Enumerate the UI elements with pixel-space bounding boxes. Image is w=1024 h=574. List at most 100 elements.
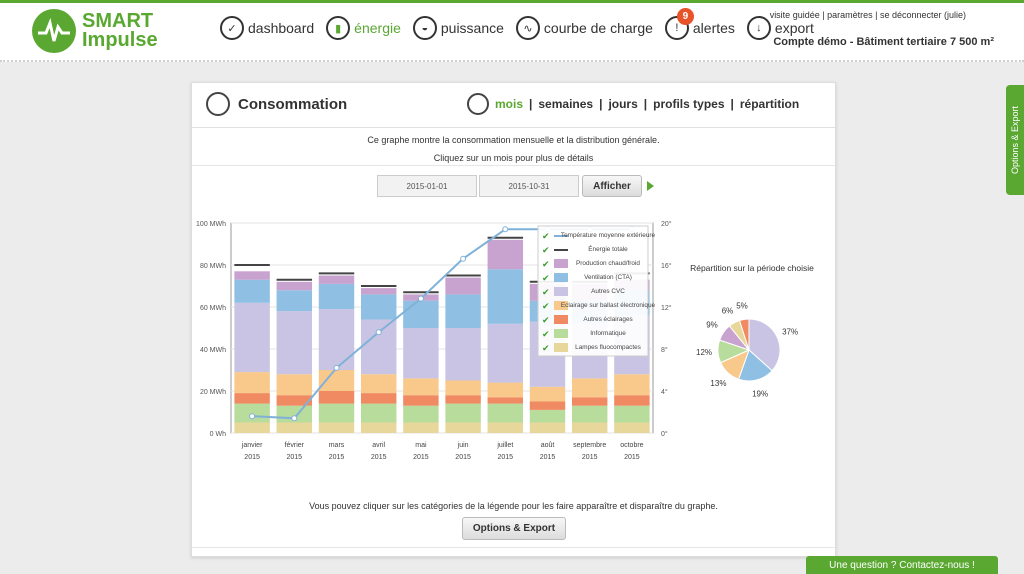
smart-impulse-logo[interactable]: SMART Impulse (32, 9, 158, 53)
y-tick-label: 60 MWh (200, 305, 226, 312)
bar-segment (403, 378, 439, 396)
consumption-chart: 0 Wh 20 MWh 40 MWh 60 MWh 80 MWh 100 MWh 0° 4° 8… (196, 220, 814, 461)
bar-segment (529, 422, 566, 433)
temperature-point (460, 255, 467, 262)
legend-item-label[interactable]: Production chaud/froid (576, 260, 640, 267)
legend-checkmark-icon: ✔ (542, 315, 550, 325)
x-tick-label: janvier (241, 442, 263, 449)
bar-segment (403, 328, 439, 379)
legend-checkmark-icon: ✔ (542, 273, 550, 283)
bar-segment (445, 422, 481, 433)
options-export-button[interactable]: Options & Export (462, 517, 566, 540)
user-links: visite guidée | paramètres | se déconnec… (769, 10, 966, 20)
legend-item-label[interactable]: Température moyenne extérieure (561, 232, 656, 239)
options-export-side-tab[interactable]: Options & Export (1006, 85, 1024, 195)
legend-item-label[interactable]: Énergie totale (588, 244, 628, 253)
y-tick-label: 20 MWh (200, 389, 226, 396)
bar-segment (318, 309, 355, 370)
logo-pulse-icon (32, 9, 76, 53)
y2-tick-label: 20° (661, 220, 672, 228)
bar-segment (445, 277, 481, 295)
bar-segment (529, 401, 566, 410)
legend-checkmark-icon: ✔ (542, 245, 550, 255)
logo-line2: Impulse (82, 29, 158, 51)
legend-checkmark-icon: ✔ (542, 259, 550, 269)
bar-segment (276, 374, 313, 396)
bar-segment (276, 311, 313, 375)
x-tick-label: octobre (620, 442, 643, 449)
bar-segment (614, 405, 650, 423)
x-tick-label: février (285, 442, 305, 449)
x-tick-year: 2015 (244, 454, 260, 461)
bar-segment (571, 405, 608, 423)
legend-checkmark-icon: ✔ (542, 287, 550, 297)
bar-segment (487, 403, 524, 423)
chart-legend: ✔ Température moyenne extérieure ✔ Énergie … (537, 225, 656, 357)
legend-swatch (554, 273, 568, 282)
y-tick-label: 100 MWh (196, 221, 226, 228)
nav-alertes[interactable]: ! 9 alertes (664, 8, 735, 40)
nav-energie-label: énergie (354, 20, 401, 36)
settings-link[interactable]: paramètres (827, 10, 873, 20)
legend-item-label[interactable]: Autres CVC (591, 288, 625, 295)
nav-alertes-label: alertes (692, 20, 735, 36)
account-label: Compte démo - Bâtiment tertiaire 7 500 m… (773, 36, 994, 48)
bar-segment (487, 323, 524, 383)
bar-segment (614, 422, 650, 433)
y2-tick-label: 4° (661, 388, 668, 396)
legend-item-label[interactable]: Lampes fluocompactes (575, 344, 641, 351)
bar-segment (360, 403, 397, 423)
guided-tour-link[interactable]: visite guidée (770, 10, 820, 20)
top-accent-line (0, 0, 1024, 3)
bar-segment (445, 328, 481, 381)
temperature-point (291, 415, 298, 422)
y-tick-label: 0 Wh (210, 431, 226, 438)
pie-slice-label: 37% (782, 328, 798, 337)
bar-segment (234, 302, 270, 373)
alert-icon: ! 9 (664, 8, 694, 40)
legend-item-label[interactable]: Ventilation (CTA) (584, 274, 632, 281)
legend-checkmark-icon: ✔ (542, 343, 550, 353)
legend-item-label[interactable]: Informatique (590, 330, 626, 337)
bar-segment (360, 374, 397, 394)
x-tick-year: 2015 (624, 454, 640, 461)
bar-segment (276, 422, 313, 433)
x-tick-label: septembre (573, 442, 606, 449)
bar-segment (403, 422, 439, 433)
gauge-icon: ◒ (412, 16, 437, 40)
legend-checkmark-icon: ✔ (542, 329, 550, 339)
temperature-point (375, 329, 382, 336)
x-tick-year: 2015 (582, 454, 598, 461)
bar-segment (571, 378, 608, 398)
legend-hint-text: Vous pouvez cliquer sur les catégories d… (309, 501, 718, 511)
bar-segment (360, 288, 397, 295)
bar-segment (403, 405, 439, 423)
y2-tick-label: 12° (661, 304, 672, 312)
y-tick-label: 40 MWh (200, 347, 226, 354)
logout-link[interactable]: se déconnecter (julie) (880, 10, 966, 20)
pie-slice-label: 13% (710, 379, 726, 388)
bar-segment (318, 403, 355, 423)
x-tick-label: juin (457, 442, 469, 449)
nav-puissance[interactable]: ◒ puissance (412, 16, 504, 40)
legend-item-label[interactable]: Autres éclairages (583, 316, 632, 323)
nav-puissance-label: puissance (440, 20, 504, 36)
pie-slice-label: 9% (706, 320, 718, 329)
nav-dashboard[interactable]: ✓ dashboard (220, 16, 314, 40)
pie-slice-label: 19% (752, 390, 768, 399)
bar-segment (445, 403, 481, 423)
bar-segment (318, 283, 355, 310)
temperature-point (333, 364, 340, 371)
y2-tick-label: 8° (661, 346, 668, 354)
bar-segment (571, 397, 608, 406)
nav-courbe-de-charge[interactable]: ∿ courbe de charge (515, 16, 653, 40)
legend-item-label[interactable]: Eclairage sur ballast électronique (561, 302, 656, 309)
nav-energie[interactable]: ▮ énergie (326, 16, 401, 40)
pulse-icon: ∿ (515, 16, 540, 40)
x-tick-label: avril (372, 442, 385, 449)
temperature-point (417, 295, 424, 302)
bar-segment (487, 397, 524, 404)
contact-us-button[interactable]: Une question ? Contactez-nous ! (806, 556, 998, 574)
x-tick-label: juillet (496, 442, 513, 449)
bar-segment (360, 422, 397, 433)
